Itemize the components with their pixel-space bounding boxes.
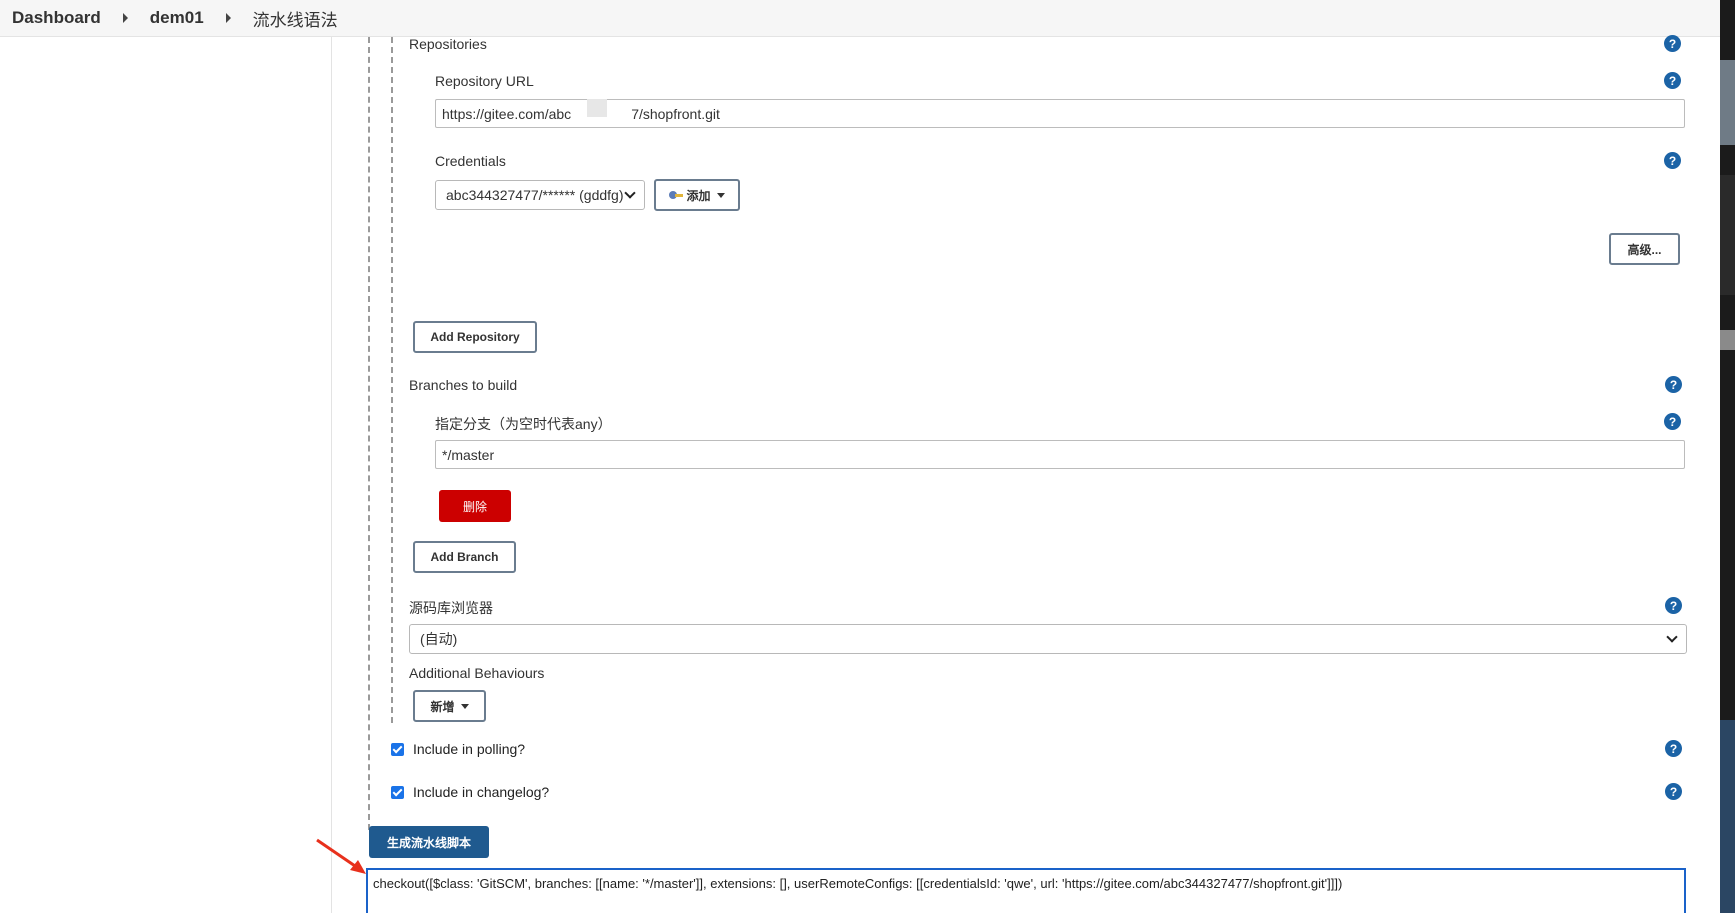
repo-browser-select[interactable]: (自动)	[409, 624, 1687, 654]
include-changelog-checkbox[interactable]	[391, 786, 404, 799]
breadcrumb-item-dem01[interactable]: dem01	[150, 8, 253, 28]
help-icon[interactable]: ?	[1665, 740, 1682, 757]
breadcrumb: Dashboard dem01 流水线语法	[0, 0, 1720, 37]
credentials-select[interactable]: abc344327477/****** (gddfg)	[435, 180, 645, 210]
branches-label: Branches to build	[409, 377, 518, 393]
add-branch-button[interactable]: Add Branch	[413, 541, 516, 573]
help-icon[interactable]: ?	[1665, 597, 1682, 614]
breadcrumb-separator-icon	[225, 13, 231, 23]
background-window-edge	[1720, 0, 1735, 913]
breadcrumb-label[interactable]: dem01	[150, 8, 204, 28]
add-repository-label: Add Repository	[430, 330, 520, 344]
credentials-selected: abc344327477/****** (gddfg)	[446, 187, 624, 203]
branch-spec-input[interactable]: */master	[435, 440, 1685, 469]
repo-browser-selected: (自动)	[420, 631, 458, 647]
include-polling-label: Include in polling?	[413, 741, 526, 757]
help-icon[interactable]: ?	[1664, 72, 1681, 89]
credentials-label: Credentials	[435, 153, 506, 169]
include-polling-checkbox[interactable]	[391, 743, 404, 756]
redaction-patch	[587, 99, 607, 117]
breadcrumb-current: 流水线语法	[252, 10, 338, 30]
section-divider	[391, 37, 393, 723]
add-credentials-label: 添加	[686, 188, 711, 203]
generate-script-label: 生成流水线脚本	[386, 835, 471, 850]
help-icon[interactable]: ?	[1664, 35, 1681, 52]
key-icon	[669, 191, 684, 199]
chevron-down-icon	[624, 187, 636, 199]
generate-script-button[interactable]: 生成流水线脚本	[369, 826, 489, 858]
branch-spec-value: */master	[442, 446, 495, 463]
help-icon[interactable]: ?	[1665, 783, 1682, 800]
advanced-button[interactable]: 高级...	[1609, 233, 1680, 265]
help-icon[interactable]: ?	[1664, 152, 1681, 169]
help-icon[interactable]: ?	[1664, 413, 1681, 430]
breadcrumb-item-dashboard[interactable]: Dashboard	[12, 8, 150, 28]
delete-branch-label: 删除	[462, 499, 487, 514]
delete-branch-button[interactable]: 删除	[439, 490, 511, 522]
advanced-label: 高级...	[1627, 242, 1662, 257]
side-panel	[0, 37, 332, 913]
add-credentials-button[interactable]: 添加	[654, 179, 740, 211]
branch-spec-label: 指定分支（为空时代表any）	[435, 416, 612, 432]
section-divider	[368, 37, 370, 830]
help-icon[interactable]: ?	[1665, 376, 1682, 393]
chevron-down-icon	[1666, 631, 1678, 643]
add-repository-button[interactable]: Add Repository	[413, 321, 537, 353]
repositories-label: Repositories	[409, 36, 487, 52]
repo-url-label: Repository URL	[435, 73, 534, 89]
include-changelog-label: Include in changelog?	[413, 784, 550, 800]
add-branch-label: Add Branch	[430, 550, 499, 564]
repo-url-input[interactable]: https://gitee.com/abc 7/shopfront.git	[435, 99, 1685, 128]
caret-down-icon	[716, 192, 725, 198]
additional-behaviours-label: Additional Behaviours	[409, 665, 545, 681]
generated-script-output[interactable]: checkout([$class: 'GitSCM', branches: [[…	[366, 868, 1686, 913]
breadcrumb-separator-icon	[122, 13, 128, 23]
repo-url-value-prefix: https://gitee.com/abc	[442, 105, 572, 122]
red-arrow-annotation	[316, 838, 366, 874]
caret-down-icon	[460, 703, 469, 709]
generated-script-text: checkout([$class: 'GitSCM', branches: [[…	[373, 876, 1343, 891]
add-behaviour-button[interactable]: 新增	[413, 690, 486, 722]
breadcrumb-label[interactable]: Dashboard	[12, 8, 101, 28]
add-behaviour-label: 新增	[430, 699, 455, 714]
repo-url-value-suffix: 7/shopfront.git	[631, 105, 720, 122]
repo-browser-label: 源码库浏览器	[409, 600, 493, 616]
